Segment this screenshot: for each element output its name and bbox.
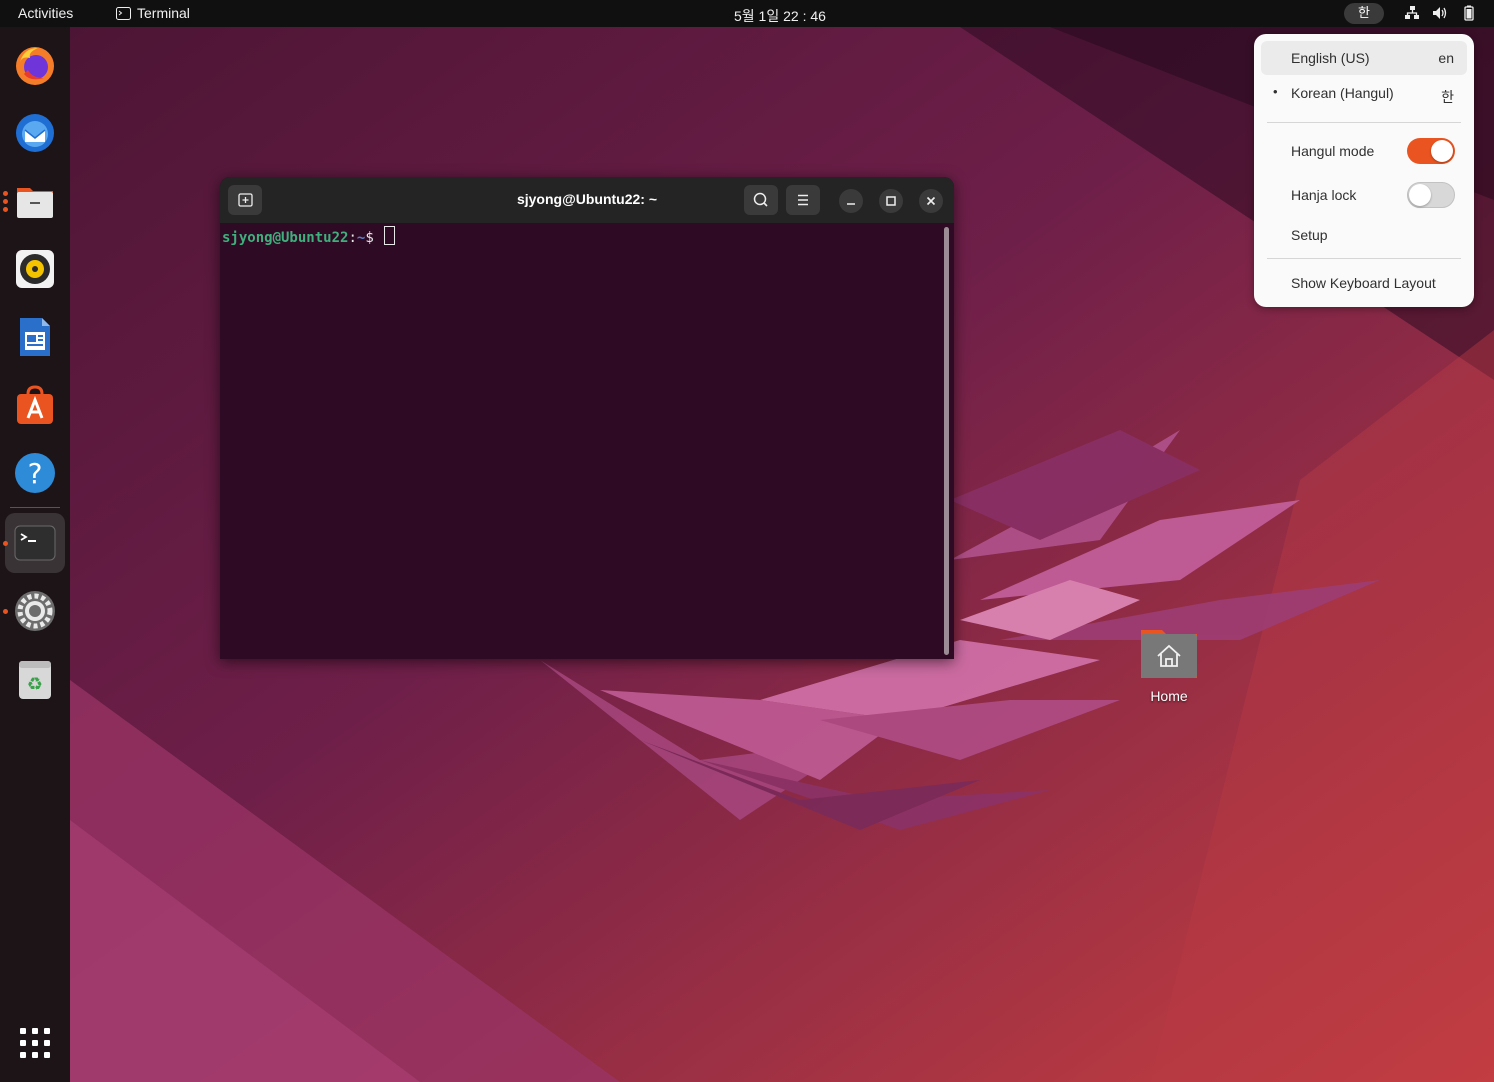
- dock-thunderbird[interactable]: [5, 103, 65, 163]
- activities-button[interactable]: Activities: [18, 5, 73, 21]
- hanja-lock-item[interactable]: Hanja lock: [1261, 178, 1467, 212]
- text-cursor: [384, 226, 396, 245]
- top-bar: Activities Terminal 5월 1일 22 : 46 한: [0, 0, 1494, 27]
- ubuntu-software-icon: [17, 385, 53, 424]
- input-source-english-short: en: [1438, 50, 1454, 66]
- close-icon: [926, 196, 936, 206]
- dock-trash[interactable]: ♻: [5, 649, 65, 709]
- trash-icon: ♻: [19, 661, 51, 699]
- dock-files[interactable]: [5, 171, 65, 231]
- show-keyboard-layout-item[interactable]: Show Keyboard Layout: [1261, 266, 1467, 300]
- svg-text:?: ?: [28, 457, 43, 490]
- setup-label: Setup: [1291, 227, 1328, 243]
- dock-help[interactable]: ?: [5, 443, 65, 503]
- minimize-icon: [847, 203, 855, 205]
- hanja-lock-toggle[interactable]: [1407, 182, 1455, 208]
- libreoffice-writer-icon: [20, 318, 50, 356]
- app-menu-button[interactable]: Terminal: [116, 5, 190, 21]
- files-icon: [17, 188, 53, 218]
- hamburger-menu-icon: [798, 194, 808, 206]
- svg-text:♻: ♻: [27, 674, 43, 695]
- input-source-indicator[interactable]: 한: [1344, 3, 1384, 24]
- input-source-korean-label: Korean (Hangul): [1291, 85, 1394, 101]
- help-icon: ?: [15, 453, 55, 493]
- running-indicator: [3, 541, 8, 546]
- firefox-icon: [16, 47, 54, 85]
- thunderbird-icon: [16, 114, 54, 152]
- input-source-korean[interactable]: • Korean (Hangul) 한: [1261, 76, 1467, 110]
- toggle-knob: [1409, 184, 1431, 206]
- dock-separator: [10, 507, 60, 508]
- input-source-korean-short: 한: [1441, 89, 1454, 105]
- running-indicator: [3, 609, 8, 614]
- terminal-header-bar[interactable]: sjyong@Ubuntu22: ~: [220, 177, 954, 223]
- dock-ubuntu-software[interactable]: [5, 375, 65, 435]
- app-menu-label: Terminal: [137, 5, 190, 21]
- show-applications-icon[interactable]: [19, 1027, 51, 1059]
- home-folder-label[interactable]: Home: [1128, 688, 1210, 704]
- hangul-mode-toggle[interactable]: [1407, 138, 1455, 164]
- terminal-content[interactable]: sjyong@Ubuntu22:~$: [220, 223, 954, 659]
- home-folder-icon[interactable]: [1140, 624, 1198, 682]
- prompt-user: sjyong@Ubuntu22: [222, 230, 349, 246]
- minimize-button[interactable]: [839, 189, 863, 213]
- settings-icon: [15, 591, 55, 631]
- hanja-lock-label: Hanja lock: [1291, 187, 1357, 203]
- network-icon[interactable]: [1404, 5, 1420, 21]
- input-source-english[interactable]: English (US) en: [1261, 41, 1467, 75]
- menu-separator: [1267, 258, 1461, 259]
- dock-rhythmbox[interactable]: [5, 239, 65, 299]
- volume-icon[interactable]: [1432, 5, 1448, 21]
- maximize-icon: [886, 196, 896, 206]
- prompt-colon: :: [348, 230, 357, 246]
- search-icon: [753, 192, 768, 207]
- dock-libreoffice-writer[interactable]: [5, 307, 65, 367]
- rhythmbox-icon: [16, 250, 54, 288]
- search-button[interactable]: [744, 185, 778, 215]
- terminal-scrollbar[interactable]: [944, 227, 949, 655]
- hangul-mode-label: Hangul mode: [1291, 143, 1375, 159]
- prompt-symbol: $: [365, 230, 383, 246]
- input-source-english-label: English (US): [1291, 50, 1370, 66]
- battery-icon[interactable]: [1461, 5, 1477, 21]
- show-keyboard-layout-label: Show Keyboard Layout: [1291, 275, 1436, 291]
- close-button[interactable]: [919, 189, 943, 213]
- dock: ? ♻: [0, 27, 70, 1082]
- dock-firefox[interactable]: [5, 35, 65, 95]
- terminal-icon: [14, 525, 56, 561]
- menu-separator: [1267, 122, 1461, 123]
- selected-bullet-icon: •: [1273, 84, 1278, 99]
- clock[interactable]: 5월 1일 22 : 46: [734, 6, 826, 26]
- input-source-menu: English (US) en • Korean (Hangul) 한 Hang…: [1254, 34, 1474, 307]
- hangul-mode-item[interactable]: Hangul mode: [1261, 134, 1467, 168]
- setup-item[interactable]: Setup: [1261, 218, 1467, 252]
- dock-terminal[interactable]: [5, 513, 65, 573]
- shell-prompt: sjyong@Ubuntu22:~$: [222, 226, 396, 246]
- maximize-button[interactable]: [879, 189, 903, 213]
- terminal-window[interactable]: sjyong@Ubuntu22: ~ sjyong@Ubuntu22:~$: [220, 177, 954, 659]
- terminal-small-icon: [116, 6, 131, 20]
- menu-button[interactable]: [786, 185, 820, 215]
- toggle-knob: [1431, 140, 1453, 162]
- dock-settings[interactable]: [5, 581, 65, 641]
